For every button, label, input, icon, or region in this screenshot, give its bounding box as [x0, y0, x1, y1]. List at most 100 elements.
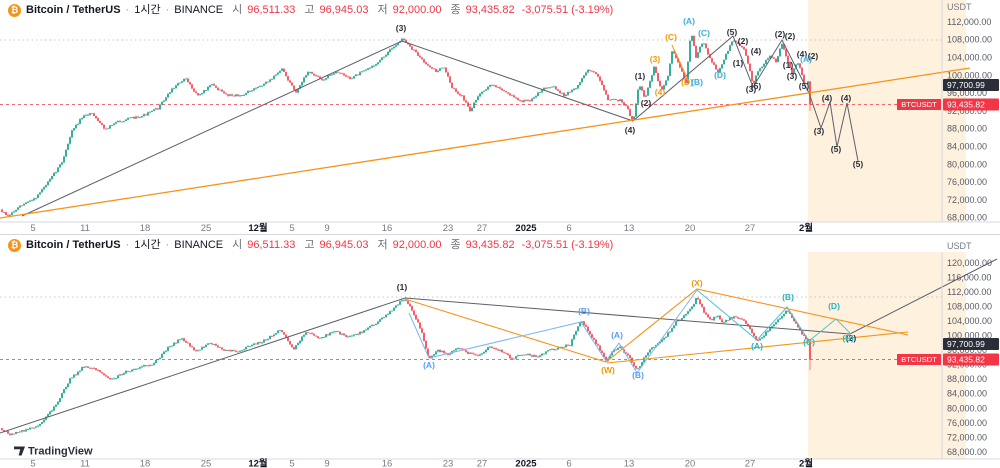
- chart-panel-top: ₿ Bitcoin / TetherUS · 1시간 · BINANCE 시 9…: [0, 0, 1000, 234]
- wave-label: (1): [733, 58, 744, 68]
- wave-label: (B): [691, 77, 703, 87]
- open-label: 시: [232, 239, 242, 252]
- price-tick-label: 80,000.00: [947, 159, 987, 169]
- time-tick-label: 13: [624, 459, 635, 468]
- price-tick-label: 108,000.00: [947, 35, 992, 45]
- wave-label: (D): [828, 301, 840, 311]
- time-tick-label: 27: [477, 459, 488, 468]
- badge-price: 97,700.99: [947, 80, 985, 90]
- high-label: 고: [304, 239, 314, 252]
- price-axis-unit: USDT: [947, 241, 972, 251]
- price-tick-label: 72,000.00: [947, 432, 987, 442]
- change-value: -3,075.51 (-3.19%): [522, 239, 614, 252]
- price-tick-label: 76,000.00: [947, 418, 987, 428]
- symbol-name[interactable]: Bitcoin / TetherUS: [26, 4, 121, 17]
- wave-label: (5): [831, 144, 842, 154]
- wave-label: (B): [782, 292, 794, 302]
- wave-label: (X): [691, 278, 703, 288]
- wave-label: (1): [397, 282, 408, 292]
- time-axis[interactable]: 511182512월59162327202561320272월: [30, 222, 813, 234]
- time-tick-label: 16: [382, 459, 393, 468]
- wave-label: (5): [853, 159, 864, 169]
- close-value: 93,435.82: [466, 239, 515, 252]
- exchange-label: BINANCE: [174, 239, 223, 252]
- time-tick-label: 25: [201, 459, 212, 468]
- wave-label: (A): [751, 341, 763, 351]
- time-tick-label: 6: [566, 223, 571, 234]
- wave-label: (3): [814, 126, 825, 136]
- symbol-header-top[interactable]: ₿ Bitcoin / TetherUS · 1시간 · BINANCE 시 9…: [8, 4, 613, 17]
- time-tick-label: 9: [324, 459, 329, 468]
- symbol-tag: BTCUSDT: [901, 100, 937, 109]
- time-tick-label: 2월: [799, 458, 813, 468]
- price-tick-label: 84,000.00: [947, 142, 987, 152]
- time-tick-label: 18: [140, 459, 151, 468]
- high-value: 96,945.03: [320, 4, 369, 17]
- time-tick-label: 27: [745, 223, 756, 234]
- price-tick-label: 88,000.00: [947, 374, 987, 384]
- price-axis-unit: USDT: [947, 2, 972, 12]
- bitcoin-icon: ₿: [8, 239, 21, 252]
- open-value: 96,511.33: [247, 4, 295, 17]
- wave-label: (2): [738, 36, 749, 46]
- wave-label: (4): [751, 46, 762, 56]
- close-value: 93,435.82: [466, 4, 515, 17]
- time-tick-label: 27: [477, 223, 488, 234]
- time-tick-label: 12월: [248, 222, 267, 234]
- trend-line: [672, 45, 688, 80]
- wave-label: (4): [822, 93, 833, 103]
- symbol-price-badge: BTCUSDT 93,435.82: [897, 99, 999, 111]
- low-label: 저: [377, 239, 387, 252]
- badge-price: 93,435.82: [947, 100, 985, 110]
- price-badge: 97,700.99: [943, 79, 999, 91]
- wave-label: (3): [396, 23, 407, 33]
- time-tick-label: 5: [30, 459, 35, 468]
- wave-label: (C): [803, 337, 815, 347]
- change-value: -3,075.51 (-3.19%): [522, 4, 614, 17]
- interval-label[interactable]: 1시간: [134, 4, 160, 17]
- price-tick-label: 108,000.00: [947, 302, 992, 312]
- time-tick-label: 25: [201, 223, 212, 234]
- wave-label: (C): [698, 28, 710, 38]
- close-label: 종: [451, 239, 461, 252]
- high-value: 96,945.03: [320, 239, 369, 252]
- low-value: 92,000.00: [393, 4, 442, 17]
- price-tick-label: 104,000.00: [947, 316, 992, 326]
- wave-label: (C): [665, 32, 677, 42]
- bottom-chart-svg[interactable]: (1)(2)(W)(X)(A)(B)(A)(B)(A)(B)(C)(D)(E)U…: [0, 235, 1000, 468]
- low-label: 저: [377, 4, 387, 17]
- time-tick-label: 23: [443, 223, 454, 234]
- price-tick-label: 76,000.00: [947, 177, 987, 187]
- symbol-name[interactable]: Bitcoin / TetherUS: [26, 239, 121, 252]
- open-value: 96,511.33: [247, 239, 295, 252]
- time-tick-label: 12월: [248, 458, 267, 468]
- wave-label: (A): [800, 54, 812, 64]
- wave-label: (W): [601, 365, 615, 375]
- wave-label: (A): [423, 360, 435, 370]
- wave-label: (2): [641, 98, 652, 108]
- time-tick-label: 13: [624, 223, 635, 234]
- interval-label[interactable]: 1시간: [134, 239, 160, 252]
- watermark-text: TradingView: [28, 446, 93, 458]
- symbol-price-badge: BTCUSDT93,435.82: [897, 354, 999, 366]
- open-label: 시: [232, 4, 242, 17]
- time-tick-label: 5: [289, 459, 294, 468]
- time-tick-label: 2025: [515, 223, 537, 234]
- price-tick-label: 72,000.00: [947, 195, 987, 205]
- tradingview-multichart: ₿ Bitcoin / TetherUS · 1시간 · BINANCE 시 9…: [0, 0, 1000, 468]
- wave-label: (A): [683, 16, 695, 26]
- wave-label: (1): [783, 60, 794, 70]
- price-tick-label: 68,000.00: [947, 447, 987, 457]
- top-chart-svg[interactable]: (3)(4)(1)(2)(5)(2)(4)(1)(3)(5)(2)(2)(1)(…: [0, 0, 1000, 234]
- time-tick-label: 20: [685, 459, 696, 468]
- wave-label: (5): [727, 27, 738, 37]
- symbol-header-bottom[interactable]: ₿ Bitcoin / TetherUS · 1시간 · BINANCE 시 9…: [8, 239, 613, 252]
- time-tick-label: 2월: [799, 222, 813, 234]
- price-badge: 97,700.99: [943, 338, 999, 350]
- tradingview-logo: TradingView: [14, 446, 93, 458]
- price-tick-label: 104,000.00: [947, 53, 992, 63]
- time-tick-label: 9: [324, 223, 329, 234]
- time-tick-label: 6: [566, 459, 571, 468]
- wave-label: (5): [799, 81, 810, 91]
- price-tick-label: 120,000.00: [947, 258, 992, 268]
